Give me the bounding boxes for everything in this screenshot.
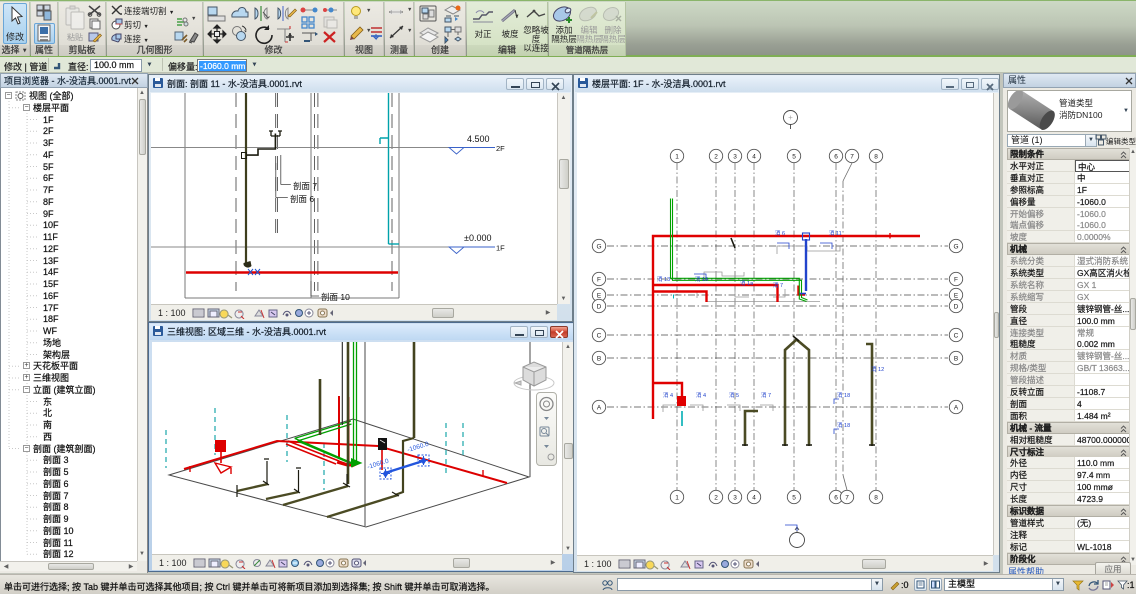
svg-text:4: 4 — [752, 154, 756, 161]
svg-text:消 4: 消 4 — [696, 391, 706, 399]
svg-text:G: G — [596, 244, 601, 251]
svg-text:A: A — [954, 405, 959, 412]
svg-text:消 7: 消 7 — [773, 281, 783, 289]
svg-text:消 5: 消 5 — [729, 391, 739, 399]
svg-text:C: C — [597, 333, 602, 340]
svg-text:F: F — [954, 277, 958, 284]
svg-text:6: 6 — [834, 154, 838, 161]
svg-text:±0.000: ±0.000 — [464, 233, 491, 243]
svg-text:-1060.0: -1060.0 — [407, 441, 430, 454]
svg-text:B: B — [954, 356, 958, 363]
svg-text:8: 8 — [874, 495, 878, 502]
svg-text:2F: 2F — [496, 144, 505, 153]
svg-text:消 1a: 消 1a — [740, 279, 754, 287]
svg-text:1: 1 — [675, 154, 679, 161]
svg-text:E: E — [954, 293, 959, 300]
svg-text:消 4: 消 4 — [663, 391, 673, 399]
svg-text:F: F — [597, 277, 601, 284]
svg-text:2: 2 — [714, 154, 718, 161]
svg-text:消 7: 消 7 — [761, 391, 771, 399]
svg-text:剖面 10: 剖面 10 — [321, 292, 350, 302]
svg-text:剖面 7: 剖面 7 — [293, 181, 317, 191]
svg-text:E: E — [597, 293, 602, 300]
svg-text:消 12: 消 12 — [871, 365, 884, 373]
svg-text:1: 1 — [675, 495, 679, 502]
svg-text:6: 6 — [834, 495, 838, 502]
svg-text:消 13: 消 13 — [657, 275, 670, 283]
svg-text:7: 7 — [845, 495, 849, 502]
svg-text:8: 8 — [874, 154, 878, 161]
svg-text:2: 2 — [714, 495, 718, 502]
svg-text:消 6: 消 6 — [775, 229, 785, 237]
svg-text:A: A — [597, 405, 602, 412]
svg-text:-1060.0: -1060.0 — [367, 458, 390, 471]
svg-text:3: 3 — [733, 495, 737, 502]
svg-text:4.500: 4.500 — [467, 134, 490, 144]
svg-text:5: 5 — [792, 495, 796, 502]
svg-text:D: D — [954, 304, 959, 311]
svg-text:B: B — [597, 356, 601, 363]
svg-text:消 18: 消 18 — [837, 391, 850, 399]
svg-text:3: 3 — [733, 154, 737, 161]
svg-text:G: G — [953, 244, 958, 251]
svg-text:1F: 1F — [496, 244, 505, 253]
svg-text:消 11: 消 11 — [829, 229, 842, 237]
svg-text:D: D — [597, 304, 602, 311]
svg-text:5: 5 — [792, 154, 796, 161]
svg-text:C: C — [954, 333, 959, 340]
svg-text:7: 7 — [850, 154, 854, 161]
svg-text:剖面 6: 剖面 6 — [290, 194, 314, 204]
svg-text:消 18: 消 18 — [837, 421, 850, 429]
svg-text:4: 4 — [752, 495, 756, 502]
